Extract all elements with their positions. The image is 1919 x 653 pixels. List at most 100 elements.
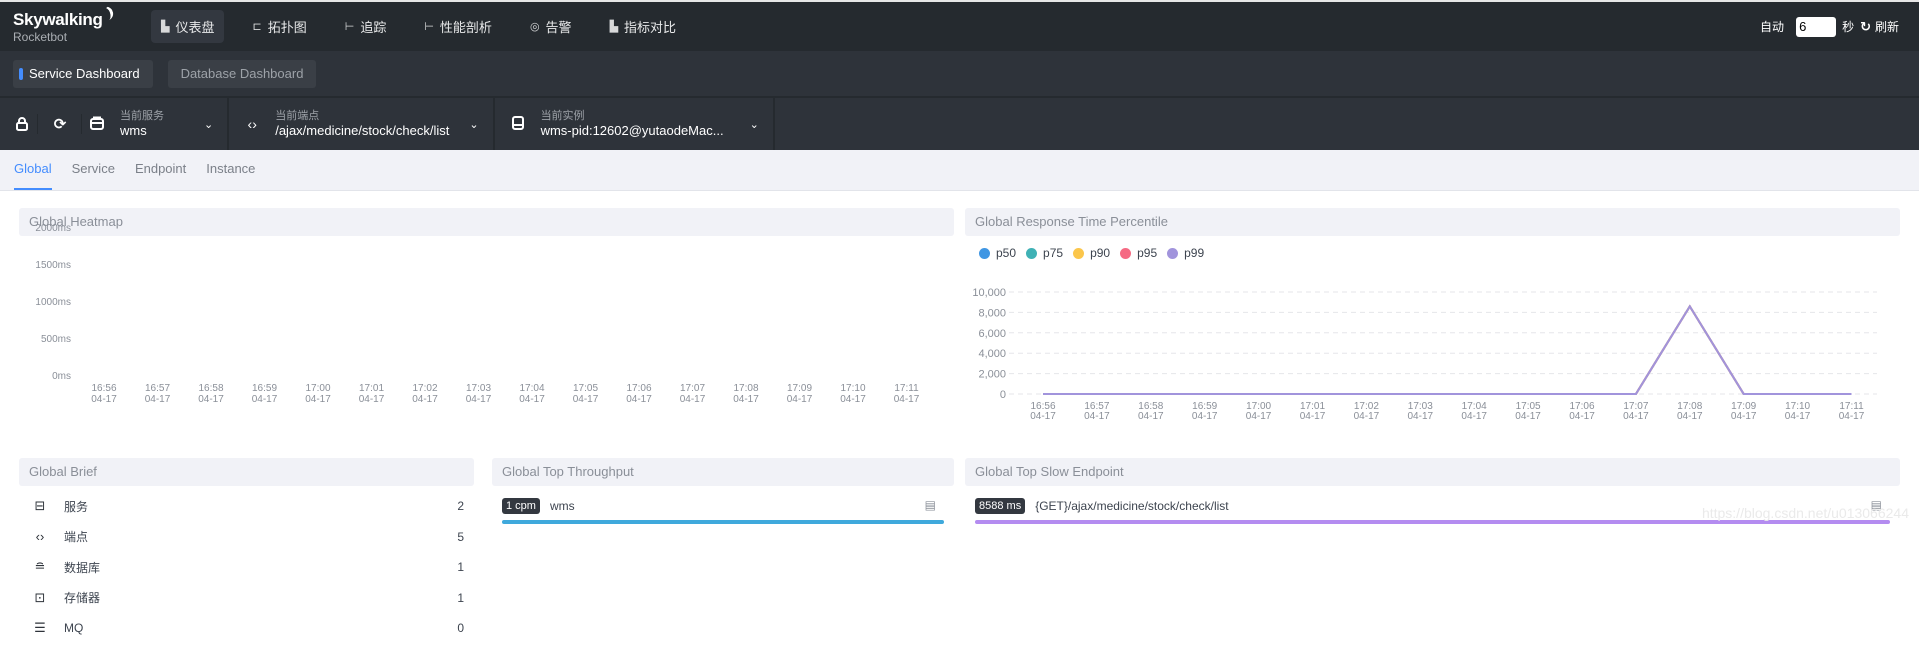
heatmap-y-tick: 2000ms: [35, 223, 71, 234]
refresh-button[interactable]: ↻ 刷新: [1860, 18, 1899, 35]
nav-item-label: 告警: [545, 20, 572, 35]
heatmap-x-tick: 17:09 04-17: [786, 383, 813, 405]
throughput-badge: 1 cpm: [502, 498, 540, 514]
brief-value: 1: [457, 560, 464, 574]
auto-refresh-controls: 自动 秒 ↻ 刷新: [1760, 2, 1899, 51]
heatmap-x-tick: 17:06 04-17: [626, 383, 652, 405]
auto-refresh-interval-input[interactable]: [1796, 16, 1837, 37]
nav-item-label: 性能剖析: [439, 20, 492, 35]
x-tick-label: 04-17: [1192, 411, 1218, 422]
series-line-p95: [1043, 304, 1852, 395]
nav-item-5[interactable]: ▙ 指标对比: [600, 10, 686, 43]
content-area: Global Heatmap 0ms 500ms 1000ms 1500ms 2000m…: [0, 191, 1919, 635]
refresh-icon: ↻: [1860, 18, 1871, 34]
percentile-chart[interactable]: 02,0004,0006,0008,00010,00016:5604-1716:…: [965, 208, 1900, 428]
x-tick-label: 04-17: [1461, 411, 1487, 422]
tab-instance[interactable]: Instance: [206, 161, 255, 190]
throughput-panel: Global Top Throughput 1 cpm wms ▤: [492, 458, 954, 558]
x-tick-label: 04-17: [1354, 411, 1380, 422]
logo-subtitle: Rocketbot: [13, 29, 68, 44]
nav-item-2[interactable]: ⊢ 追踪: [335, 10, 397, 43]
dashboard-tab-label: Database Dashboard: [180, 66, 304, 81]
nav-item-label: 指标对比: [624, 20, 677, 35]
endpoint-icon: ‹›: [247, 116, 257, 132]
brief-row: ⊟ 服务 2: [19, 496, 474, 516]
y-tick-label: 0: [1000, 389, 1006, 401]
brief-label: 端点: [64, 530, 89, 544]
x-tick-label: 04-17: [1569, 411, 1595, 422]
x-tick-label: 04-17: [1030, 411, 1056, 422]
x-tick-label: 04-17: [1839, 411, 1865, 422]
y-tick-label: 4,000: [978, 348, 1006, 360]
logo[interactable]: Skywalking Rocketbot: [13, 4, 138, 44]
brief-title: Global Brief: [19, 458, 474, 486]
logo-title: Skywalking: [13, 4, 115, 28]
heatmap-x-tick: 17:01 04-17: [358, 383, 385, 405]
profile-icon: ⊢: [424, 21, 434, 33]
nav-item-1[interactable]: ⊏ 拓扑图: [242, 10, 316, 43]
heatmap-x-tick: 17:11 04-17: [893, 383, 920, 405]
y-tick-label: 8,000: [978, 307, 1006, 319]
heatmap-x-tick: 17:02 04-17: [412, 383, 438, 405]
brief-label: 数据库: [64, 560, 101, 575]
service-selector-label: 当前服务: [120, 109, 164, 122]
x-tick-label: 04-17: [1300, 411, 1326, 422]
main-nav: ▙ 仪表盘 ⊏ 拓扑图 ⊢ 追踪 ⊢ 性能剖析 ◎ 告警 ▙ 指标对比: [151, 10, 704, 43]
x-tick-label: 04-17: [1246, 411, 1272, 422]
nav-item-0[interactable]: ▙ 仪表盘: [151, 10, 225, 43]
endpoint-selector[interactable]: ‹› 当前端点 /ajax/medicine/stock/check/list …: [229, 98, 495, 150]
view-tabs: Global Service Endpoint Instance: [0, 150, 1919, 191]
nav-item-label: 追踪: [360, 20, 387, 35]
heatmap-x-tick: 17:10 04-17: [840, 383, 866, 405]
dashboard-tab-database[interactable]: Database Dashboard: [167, 59, 317, 88]
x-tick-label: 04-17: [1623, 411, 1649, 422]
mq-icon: ☰: [34, 620, 46, 635]
x-tick-label: 04-17: [1785, 411, 1811, 422]
lock-button[interactable]: [0, 98, 38, 150]
x-tick-label: 04-17: [1731, 411, 1757, 422]
series-line-p75: [1043, 304, 1852, 395]
heatmap-y-tick: 0ms: [52, 371, 71, 382]
chart-icon: ▙: [161, 21, 170, 33]
dashboard-tab-label: Service Dashboard: [29, 66, 140, 81]
dashboard-tab-service[interactable]: Service Dashboard: [13, 59, 153, 88]
x-tick-label: 04-17: [1677, 411, 1703, 422]
copy-icon[interactable]: ▤: [925, 498, 936, 512]
service-icon: [86, 116, 108, 133]
service-icon: ⊟: [34, 498, 46, 513]
tab-global[interactable]: Global: [14, 161, 52, 190]
brief-value: 1: [457, 590, 464, 605]
heatmap-x-tick: 16:56 04-17: [91, 383, 117, 405]
heatmap-chart[interactable]: 0ms 500ms 1000ms 1500ms 2000ms 16:56 04-17 16:5…: [19, 223, 954, 408]
heatmap-x-tick: 17:04 04-17: [519, 383, 545, 405]
service-selector[interactable]: 当前服务 wms ⌄: [82, 98, 230, 150]
brief-value: 5: [457, 529, 464, 544]
refresh-label: 刷新: [1874, 20, 1899, 34]
brief-label: MQ: [64, 621, 84, 635]
heatmap-y-tick: 1500ms: [35, 260, 71, 271]
nav-item-3[interactable]: ⊢ 性能剖析: [414, 10, 502, 43]
reload-icon: ⟳: [53, 116, 67, 133]
brief-row: ☰ MQ 0: [19, 618, 474, 638]
brief-row: ≘ 数据库 1: [19, 557, 474, 577]
service-selector-value: wms: [120, 122, 147, 138]
nav-item-4[interactable]: ◎ 告警: [520, 10, 582, 43]
tab-endpoint[interactable]: Endpoint: [135, 161, 186, 190]
reload-button[interactable]: ⟳: [38, 98, 82, 150]
brief-label: 存储器: [64, 591, 101, 605]
cache-icon: ⊡: [34, 589, 46, 605]
x-tick-label: 04-17: [1408, 411, 1434, 422]
throughput-item[interactable]: 1 cpm wms ▤: [502, 498, 944, 524]
alarm-icon: ◎: [529, 21, 540, 33]
nav-item-label: 仪表盘: [175, 20, 215, 35]
heatmap-title: Global Heatmap: [19, 208, 954, 236]
heatmap-x-tick: 17:08 04-17: [733, 383, 759, 405]
selector-bar: ⟳ 当前服务 wms ⌄ ‹› 当前端点 /ajax/medicine/stoc…: [0, 98, 1919, 150]
brief-label: 服务: [64, 499, 89, 514]
instance-selector[interactable]: 当前实例 wms-pid:12602@yutaodeMac... ⌄: [495, 98, 775, 150]
chevron-down-icon: ⌄: [204, 118, 214, 131]
tab-service[interactable]: Service: [72, 161, 115, 190]
compare-icon: ▙: [609, 21, 619, 33]
slow-endpoint-name: {GET}/ajax/medicine/stock/check/list: [1035, 499, 1229, 513]
instance-selector-value: wms-pid:12602@yutaodeMac...: [540, 122, 724, 138]
